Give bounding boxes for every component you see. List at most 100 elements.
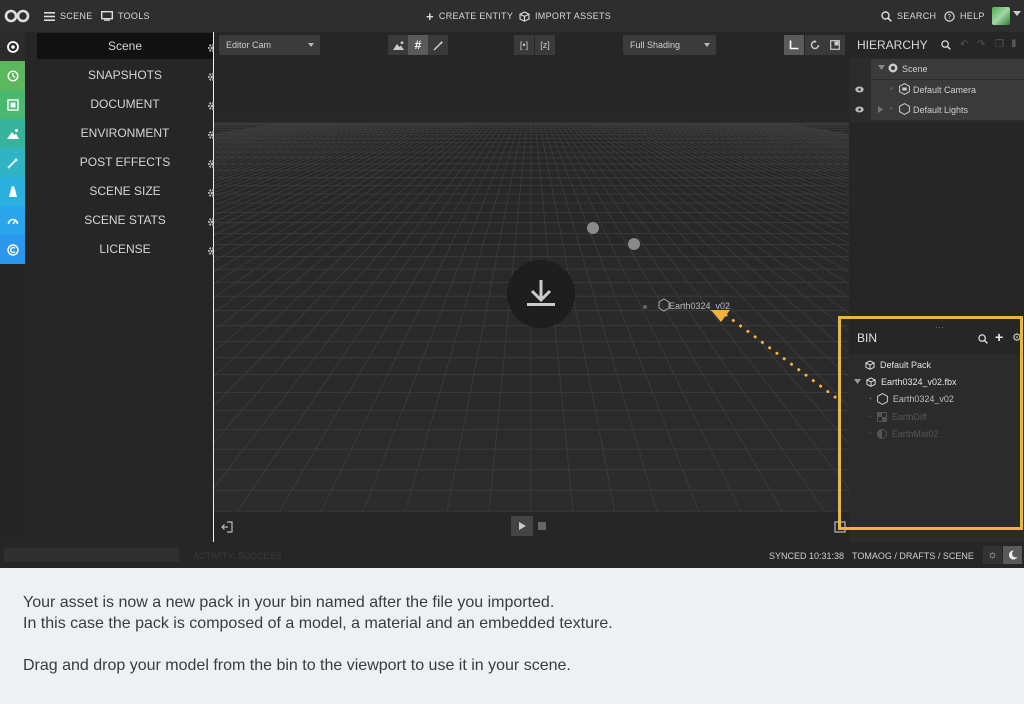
help-label: HELP	[960, 11, 985, 21]
bin-title: BIN	[857, 331, 878, 345]
fullscreen-icon[interactable]	[834, 521, 846, 533]
stop-button[interactable]	[538, 522, 546, 530]
moon-icon	[1008, 550, 1017, 560]
play-button[interactable]	[511, 516, 533, 536]
sun-icon: ☼	[987, 549, 998, 561]
add-icon[interactable]: +	[995, 329, 1003, 345]
caption-line: Your asset is now a new pack in your bin…	[23, 594, 555, 611]
document-icon	[6, 98, 19, 111]
sync-status: SYNCED 10:31:38	[769, 551, 845, 561]
undo-icon[interactable]: ↶	[960, 39, 968, 50]
hierarchy-row-scene[interactable]: Scene	[849, 59, 1024, 79]
help-icon: ?	[944, 10, 955, 22]
tools-menu[interactable]: TOOLS	[101, 0, 150, 32]
scene-menu[interactable]: SCENE	[44, 0, 93, 32]
rotate-gizmo-button[interactable]	[805, 35, 825, 55]
create-entity-label: CREATE ENTITY	[438, 11, 514, 21]
scene-panel-item[interactable]: SCENE SIZE	[37, 178, 213, 204]
camera-select[interactable]: Editor Cam	[219, 35, 320, 55]
duplicate-icon[interactable]: ❐	[995, 39, 1004, 50]
scene-panel-item[interactable]: ENVIRONMENT	[37, 120, 213, 146]
import-assets-label: IMPORT ASSETS	[535, 11, 612, 21]
tutorial-caption: Your asset is now a new pack in your bin…	[0, 568, 1024, 704]
bin-item-material[interactable]: • EarthMat02	[869, 425, 938, 442]
scene-panel-item[interactable]: POST EFFECTS	[37, 149, 213, 175]
shading-select-value: Full Shading	[630, 40, 681, 50]
light-gizmo[interactable]	[587, 222, 599, 234]
caption-line: In this case the pack is composed of a m…	[23, 615, 613, 632]
shading-select[interactable]: Full Shading	[623, 35, 716, 55]
category-button[interactable]	[0, 148, 25, 177]
sketchfab-logo-icon[interactable]	[4, 7, 30, 25]
category-button[interactable]	[0, 235, 25, 264]
entity-label[interactable]: Earth0324_v02	[669, 301, 730, 311]
bin-item-label: EarthMat02	[891, 428, 939, 439]
delete-icon[interactable]: ▮	[1011, 38, 1017, 49]
import-assets-button[interactable]: IMPORT ASSETS	[519, 0, 611, 32]
dark-theme-button[interactable]	[1003, 546, 1022, 564]
bin-item-label: Earth0324_v02	[892, 393, 954, 404]
bin-item-texture[interactable]: • EarthDiff	[869, 408, 927, 425]
category-button[interactable]	[0, 61, 25, 90]
exit-icon[interactable]	[221, 521, 233, 533]
caption-line: Drag and drop your model from the bin to…	[23, 657, 571, 674]
post-effects-toggle-button[interactable]	[428, 35, 448, 55]
category-button[interactable]	[0, 206, 25, 235]
search-button[interactable]: SEARCH	[881, 0, 936, 32]
scene-panel-item-label: DOCUMENT	[90, 97, 160, 111]
create-entity-button[interactable]: + CREATE ENTITY	[426, 0, 513, 32]
status-bar: ACTIVITY: SUCCESS SYNCED 10:31:38 TOMAOG…	[0, 542, 1024, 568]
bin-item-default-pack[interactable]: Default Pack	[865, 356, 931, 373]
scale-icon	[830, 40, 840, 50]
avatar[interactable]	[992, 7, 1010, 25]
translate-gizmo-button[interactable]	[784, 35, 804, 55]
category-button[interactable]	[0, 32, 25, 61]
settings-icon	[6, 40, 19, 53]
scene-icon	[888, 63, 898, 73]
scene-panel-item[interactable]: LICENSE	[37, 236, 213, 262]
breadcrumb[interactable]: TOMAOG / DRAFTS / SCENE	[852, 551, 974, 561]
pack-icon	[866, 376, 876, 387]
chevron-down-icon[interactable]	[1013, 11, 1021, 16]
search-icon[interactable]	[978, 334, 988, 344]
hierarchy-row-default-lights[interactable]: • Default Lights	[849, 100, 1024, 120]
drag-handle-icon[interactable]: ···	[935, 322, 944, 332]
download-button[interactable]	[507, 260, 575, 328]
gear-icon[interactable]: ⚙	[1012, 331, 1022, 344]
environment-toggle-button[interactable]	[388, 35, 408, 55]
scene-panel-item[interactable]: Scene	[37, 33, 213, 59]
frame-all-button[interactable]: [z]	[535, 35, 555, 55]
redo-icon[interactable]: ↷	[977, 39, 985, 50]
scene-panel-item-label: ENVIRONMENT	[80, 126, 170, 140]
help-button[interactable]: ? HELP	[944, 0, 985, 32]
search-label: SEARCH	[897, 11, 937, 21]
scene-panel-item[interactable]: SCENE STATS	[37, 207, 213, 233]
category-button[interactable]	[0, 177, 25, 206]
scene-panel-item[interactable]: DOCUMENT	[37, 91, 213, 117]
caret-down-icon[interactable]	[854, 378, 861, 385]
grid-toggle-button[interactable]: #	[408, 35, 428, 55]
hierarchy-item-label: Default Camera	[913, 85, 977, 95]
caret-right-icon[interactable]	[878, 106, 884, 113]
download-icon	[527, 280, 555, 306]
eye-icon[interactable]	[855, 106, 864, 113]
svg-text:?: ?	[947, 14, 951, 21]
scene-settings-panel: Scene SNAPSHOTS DOCUMENT ENVIRONMENT POST EF…	[25, 32, 217, 542]
search-icon[interactable]	[941, 40, 951, 50]
activity-log[interactable]	[4, 548, 179, 562]
category-button[interactable]	[0, 90, 25, 119]
scene-panel-item[interactable]: SNAPSHOTS	[37, 62, 213, 88]
light-theme-button[interactable]: ☼	[983, 546, 1002, 564]
hierarchy-row-default-camera[interactable]: • Default Camera	[849, 80, 1024, 100]
scale-gizmo-button[interactable]	[825, 35, 845, 55]
frame-selection-button[interactable]: [•]	[514, 35, 534, 55]
bin-item-model[interactable]: • Earth0324_v02	[869, 390, 954, 407]
eye-icon[interactable]	[855, 86, 864, 93]
material-icon	[876, 428, 887, 439]
translate-icon	[789, 40, 799, 50]
light-gizmo[interactable]	[628, 238, 640, 250]
category-button[interactable]	[0, 119, 25, 148]
viewport[interactable]: Editor Cam # [•] [z] Full Shading Earth0…	[214, 32, 849, 542]
caret-down-icon[interactable]	[878, 65, 885, 71]
bin-item-fbx-pack[interactable]: Earth0324_v02.fbx	[854, 373, 957, 390]
